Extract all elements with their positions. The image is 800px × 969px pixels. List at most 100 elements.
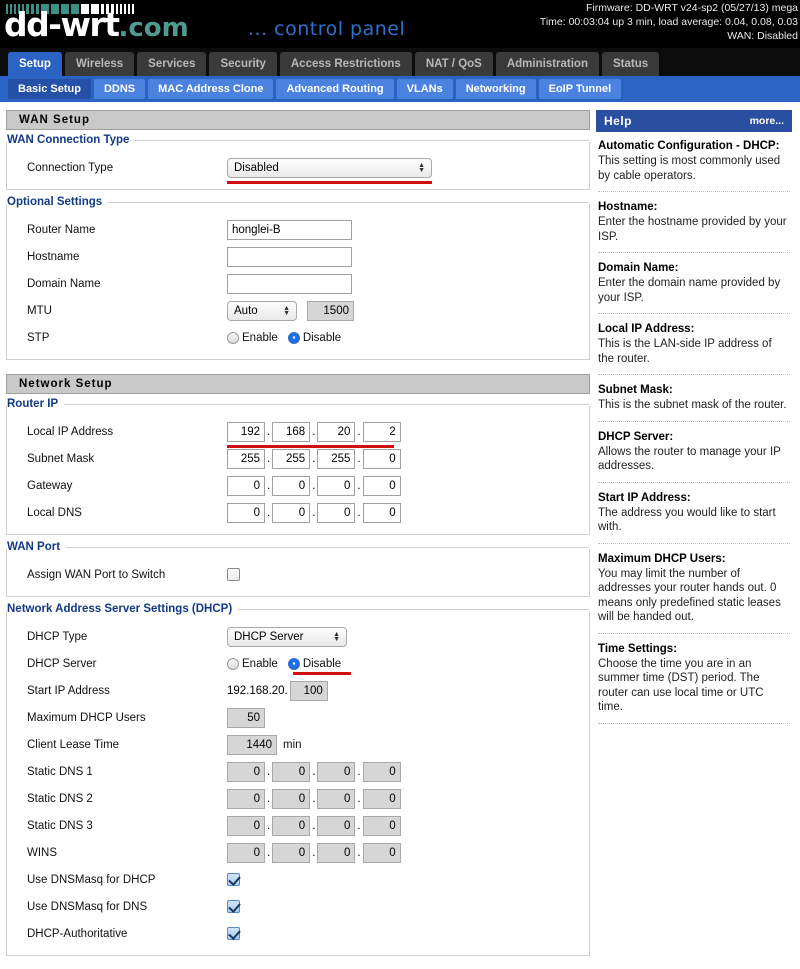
dhcp-authoritative-checkbox[interactable] xyxy=(227,927,240,940)
static-dns-3-octet-4 xyxy=(362,815,401,836)
radio-checked-icon xyxy=(287,657,300,670)
domain-name-input[interactable] xyxy=(227,273,352,294)
tab-nat-qos[interactable]: NAT / QoS xyxy=(414,52,493,76)
static-dns-3-octet-1 xyxy=(227,815,265,836)
stp-enable-option[interactable]: Enable xyxy=(227,331,278,344)
row-connection-type: Connection Type Disabled ▲ ▼ xyxy=(7,154,589,184)
tab-security[interactable]: Security xyxy=(209,52,277,76)
row-domain-name: Domain Name xyxy=(7,270,589,297)
dhcp-enable-option[interactable]: Enable xyxy=(227,657,278,670)
dd-wrt-logo[interactable]: dd-wrt.com xyxy=(4,8,189,41)
help-item-title: Hostname: xyxy=(598,201,658,213)
static-dns-3-octet-3 xyxy=(317,815,356,836)
help-item-text: Choose the time you are in an summer tim… xyxy=(598,657,764,714)
ip-dot-separator: . xyxy=(267,479,271,492)
legend-router-ip: Router IP xyxy=(7,398,589,410)
dhcp-disable-option[interactable]: Disable xyxy=(287,657,342,670)
logo-main-text: dd-wrt xyxy=(4,5,120,44)
label-dnsmasq-dhcp: Use DNSMasq for DHCP xyxy=(27,873,156,886)
gateway-octet-1[interactable] xyxy=(227,475,265,496)
wins-octet-3 xyxy=(317,842,356,863)
dnsmasq-dhcp-checkbox[interactable] xyxy=(227,873,240,886)
gateway-octet-2[interactable] xyxy=(272,475,311,496)
hostname-input[interactable] xyxy=(227,246,352,267)
ip-dot-separator: . xyxy=(267,425,271,438)
fieldset-wan-port: WAN Port Assign WAN Port to Switch xyxy=(6,541,590,597)
row-local-dns: Local DNS . . . xyxy=(7,499,589,526)
connection-type-value: Disabled xyxy=(234,161,279,174)
local-ip-octet-2[interactable] xyxy=(272,421,311,442)
help-title: Help xyxy=(604,114,633,128)
tab-status[interactable]: Status xyxy=(601,52,660,76)
subtab-eoip-tunnel[interactable]: EoIP Tunnel xyxy=(538,79,622,99)
legend-wan-connection-type: WAN Connection Type xyxy=(7,134,589,146)
static-dns-2-octet-1 xyxy=(227,788,265,809)
label-maximum-dhcp-users: Maximum DHCP Users xyxy=(27,711,146,724)
local-ip-octet-4[interactable] xyxy=(362,421,401,442)
ip-dot-separator: . xyxy=(357,846,361,859)
local-dns-octet-4[interactable] xyxy=(362,502,401,523)
dhcp-type-select[interactable]: DHCP Server ▲ ▼ xyxy=(227,626,347,647)
local-ip-octet-1[interactable] xyxy=(227,421,265,442)
subtab-basic-setup[interactable]: Basic Setup xyxy=(8,79,91,99)
help-more-link[interactable]: more... xyxy=(750,115,784,127)
legend-label: WAN Port xyxy=(7,541,67,553)
router-name-input[interactable] xyxy=(227,219,352,240)
label-subnet-mask: Subnet Mask xyxy=(27,452,95,465)
subtab-networking[interactable]: Networking xyxy=(455,79,536,99)
row-dnsmasq-dhcp: Use DNSMasq for DHCP xyxy=(7,866,589,893)
help-item: DHCP Server: Allows the router to manage… xyxy=(598,431,790,483)
label-dhcp-authoritative: DHCP-Authoritative xyxy=(27,927,128,940)
legend-label: Router IP xyxy=(7,398,65,410)
subtab-advanced-routing[interactable]: Advanced Routing xyxy=(276,79,394,99)
local-dns-octet-3[interactable] xyxy=(317,502,356,523)
tab-access-restrictions[interactable]: Access Restrictions xyxy=(279,52,412,76)
fieldset-router-ip: Router IP Local IP Address . . . Subnet … xyxy=(6,398,590,535)
help-item-text: Enter the hostname provided by your ISP. xyxy=(598,216,787,243)
label-static-dns-2: Static DNS 2 xyxy=(27,792,93,805)
tab-wireless[interactable]: Wireless xyxy=(64,52,135,76)
local-dns-octet-2[interactable] xyxy=(272,502,311,523)
subtab-ddns[interactable]: DDNS xyxy=(93,79,146,99)
legend-rule xyxy=(66,546,589,548)
dnsmasq-dns-checkbox[interactable] xyxy=(227,900,240,913)
label-static-dns-3: Static DNS 3 xyxy=(27,819,93,832)
help-panel-body: Automatic Configuration - DHCP: This set… xyxy=(596,132,792,724)
tab-services[interactable]: Services xyxy=(137,52,207,76)
mtu-mode-select[interactable]: Auto ▲ ▼ xyxy=(227,300,297,321)
label-static-dns-1: Static DNS 1 xyxy=(27,765,93,778)
row-stp: STP Enable Disable xyxy=(7,324,589,351)
stp-disable-option[interactable]: Disable xyxy=(287,331,341,344)
ip-dot-separator: . xyxy=(357,425,361,438)
tab-administration[interactable]: Administration xyxy=(495,52,599,76)
help-item-text: You may limit the number of addresses yo… xyxy=(598,567,781,624)
subtab-mac-address-clone[interactable]: MAC Address Clone xyxy=(148,79,274,99)
subnet-octet-3[interactable] xyxy=(317,448,356,469)
connection-type-select[interactable]: Disabled ▲ ▼ xyxy=(227,157,432,178)
subnet-octet-2[interactable] xyxy=(272,448,311,469)
radio-unchecked-icon xyxy=(227,657,239,670)
help-item-title: Maximum DHCP Users: xyxy=(598,552,726,565)
tab-setup[interactable]: Setup xyxy=(8,52,62,76)
gateway-octet-3[interactable] xyxy=(317,475,356,496)
static-dns-3-octet-2 xyxy=(272,815,311,836)
legend-optional-settings: Optional Settings xyxy=(7,196,589,208)
ip-dot-separator: . xyxy=(312,425,316,438)
legend-rule xyxy=(64,403,589,405)
help-item: Automatic Configuration - DHCP: This set… xyxy=(598,140,790,192)
row-maximum-dhcp-users: Maximum DHCP Users xyxy=(7,704,589,731)
row-static-dns-2: Static DNS 2 . . . xyxy=(7,785,589,812)
dhcp-disable-label: Disable xyxy=(302,657,342,670)
subnet-octet-1[interactable] xyxy=(227,448,265,469)
row-start-ip-address: Start IP Address 192.168.20. xyxy=(7,677,589,704)
main-settings-column: WAN Setup WAN Connection Type Connection… xyxy=(6,110,590,969)
local-ip-octet-3[interactable] xyxy=(317,421,356,442)
fieldset-dhcp-settings: Network Address Server Settings (DHCP) D… xyxy=(6,603,590,956)
gateway-octet-4[interactable] xyxy=(362,475,401,496)
subtab-vlans[interactable]: VLANs xyxy=(396,79,453,99)
local-dns-octet-1[interactable] xyxy=(227,502,265,523)
help-item-text: Enter the domain name provided by your I… xyxy=(598,277,781,304)
ip-dot-separator: . xyxy=(267,819,271,832)
assign-wan-port-checkbox[interactable] xyxy=(227,568,240,581)
subnet-octet-4[interactable] xyxy=(362,448,401,469)
